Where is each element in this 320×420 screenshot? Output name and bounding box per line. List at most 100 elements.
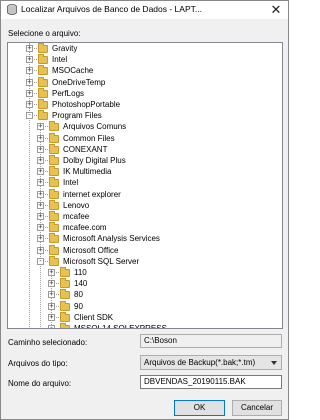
expand-icon[interactable]: + bbox=[48, 313, 55, 321]
collapse-icon[interactable]: - bbox=[26, 112, 33, 120]
expand-icon[interactable]: + bbox=[37, 190, 44, 198]
expand-icon[interactable]: + bbox=[37, 179, 44, 187]
tree-item-label: MSSQL14.SQLEXPRESS bbox=[74, 324, 167, 329]
file-name-input[interactable]: DBVENDAS_20190115.BAK bbox=[140, 375, 282, 389]
tree-item-label: Microsoft Analysis Services bbox=[63, 234, 160, 244]
tree-item[interactable]: - MSSQL14.SQLEXPRESS bbox=[8, 323, 282, 329]
expand-icon[interactable]: + bbox=[37, 201, 44, 209]
expand-icon[interactable]: + bbox=[48, 280, 55, 288]
tree-item[interactable]: + PerfLogs bbox=[8, 87, 282, 99]
tree-item-label: internet explorer bbox=[63, 189, 121, 199]
tree-item[interactable]: + mcafee.com bbox=[8, 222, 282, 233]
tree-item[interactable]: + OneDriveTemp bbox=[8, 76, 282, 88]
folder-icon bbox=[38, 43, 48, 53]
tree-item-label: Intel bbox=[63, 178, 79, 188]
tree-item[interactable]: + mcafee bbox=[8, 211, 282, 222]
tree-item[interactable]: + internet explorer bbox=[8, 188, 282, 200]
tree-item[interactable]: +110 bbox=[8, 267, 282, 278]
tree-item-label: mcafee bbox=[63, 212, 90, 221]
folder-icon bbox=[38, 76, 48, 87]
locate-database-files-dialog: Localizar Arquivos de Banco de Dados - L… bbox=[0, 0, 289, 420]
folder-icon bbox=[38, 54, 48, 65]
expand-icon[interactable]: + bbox=[26, 78, 33, 86]
expand-icon[interactable]: + bbox=[48, 302, 55, 310]
tree-item-label: IK Multimedia bbox=[63, 167, 112, 177]
file-type-label: Arquivos do tipo: bbox=[8, 359, 68, 368]
expand-icon[interactable]: + bbox=[48, 269, 55, 276]
tree-item-label: Microsoft Office bbox=[63, 245, 119, 255]
tree-item-label: Program Files bbox=[52, 111, 102, 121]
tree-item-label: 110 bbox=[74, 268, 87, 277]
file-tree[interactable]: + Gravity + Intel + MSOCache + OneDriveTemp + Per… bbox=[7, 42, 283, 329]
expand-icon[interactable]: + bbox=[48, 291, 55, 299]
folder-icon bbox=[60, 323, 70, 328]
cancel-button[interactable]: Cancelar bbox=[232, 400, 282, 416]
tree-item[interactable]: + Microsoft Office bbox=[8, 244, 282, 256]
tree-item[interactable]: + Arquivos Comuns bbox=[8, 121, 282, 132]
expand-icon[interactable]: + bbox=[37, 213, 44, 220]
folder-icon bbox=[49, 233, 59, 244]
tree-item-label: 90 bbox=[74, 301, 83, 311]
tree-item[interactable]: + Common Files bbox=[8, 132, 282, 144]
tree-item-label: PerfLogs bbox=[52, 88, 85, 98]
tree-item[interactable]: + MSOCache bbox=[8, 65, 282, 76]
folder-icon bbox=[49, 166, 59, 177]
tree-item[interactable]: + Microsoft Analysis Services bbox=[8, 233, 282, 244]
folder-icon bbox=[49, 255, 59, 266]
expand-icon[interactable]: + bbox=[37, 168, 44, 176]
folder-icon bbox=[60, 289, 70, 300]
selected-path-field: C:\Boson bbox=[140, 334, 282, 348]
collapse-icon[interactable]: - bbox=[48, 325, 55, 328]
expand-icon[interactable]: + bbox=[37, 145, 44, 153]
expand-icon[interactable]: + bbox=[37, 224, 44, 232]
close-icon[interactable]: ✕ bbox=[266, 2, 286, 18]
ok-button[interactable]: OK bbox=[174, 400, 225, 416]
expand-icon[interactable]: + bbox=[37, 246, 44, 254]
folder-icon bbox=[49, 211, 59, 221]
database-icon bbox=[7, 4, 17, 15]
expand-icon[interactable]: + bbox=[37, 235, 44, 243]
tree-item[interactable]: +80 bbox=[8, 289, 282, 300]
folder-icon bbox=[60, 267, 70, 277]
tree-item[interactable]: + Gravity bbox=[8, 43, 282, 54]
tree-item[interactable]: +140 bbox=[8, 278, 282, 289]
tree-item[interactable]: + PhotoshopPortable bbox=[8, 99, 282, 110]
tree-item-label: PhotoshopPortable bbox=[52, 100, 121, 109]
tree-item-label: Arquivos Comuns bbox=[63, 122, 127, 132]
folder-icon bbox=[49, 121, 59, 132]
expand-icon[interactable]: + bbox=[26, 67, 33, 75]
expand-icon[interactable]: + bbox=[26, 101, 33, 108]
expand-icon[interactable]: + bbox=[37, 157, 44, 164]
tree-item[interactable]: + Intel bbox=[8, 54, 282, 65]
tree-item[interactable]: - Program Files bbox=[8, 110, 282, 121]
folder-icon bbox=[49, 177, 59, 188]
folder-icon bbox=[60, 300, 70, 311]
tree-item[interactable]: +90 bbox=[8, 300, 282, 312]
tree-item[interactable]: + CONEXANT bbox=[8, 143, 282, 155]
tree-item[interactable]: + Client SDK bbox=[8, 311, 282, 323]
expand-icon[interactable]: + bbox=[26, 56, 33, 64]
tree-item[interactable]: + Intel bbox=[8, 177, 282, 188]
tree-item-label: Microsoft SQL Server bbox=[63, 256, 140, 266]
folder-icon bbox=[49, 244, 59, 255]
tree-item[interactable]: + IK Multimedia bbox=[8, 166, 282, 177]
tree-item[interactable]: + Lenovo bbox=[8, 199, 282, 211]
collapse-icon[interactable]: - bbox=[37, 257, 44, 265]
tree-item-label: Client SDK bbox=[74, 312, 114, 322]
expand-icon[interactable]: + bbox=[26, 45, 33, 52]
folder-icon bbox=[49, 199, 59, 210]
title-bar: Localizar Arquivos de Banco de Dados - L… bbox=[1, 1, 288, 19]
folder-icon bbox=[49, 155, 59, 165]
expand-icon[interactable]: + bbox=[37, 134, 44, 142]
tree-item-label: Dolby Digital Plus bbox=[63, 156, 126, 165]
chevron-down-icon bbox=[271, 361, 277, 365]
tree-item-label: MSOCache bbox=[52, 66, 94, 76]
tree-item-label: OneDriveTemp bbox=[52, 77, 106, 87]
expand-icon[interactable]: + bbox=[37, 123, 44, 131]
tree-item-label: 140 bbox=[74, 279, 88, 289]
tree-item-label: CONEXANT bbox=[63, 144, 108, 154]
tree-item[interactable]: + Dolby Digital Plus bbox=[8, 155, 282, 166]
file-type-select[interactable]: Arquivos de Backup(*.bak;*.tm) bbox=[140, 355, 282, 370]
expand-icon[interactable]: + bbox=[26, 89, 33, 97]
tree-item[interactable]: - Microsoft SQL Server bbox=[8, 255, 282, 267]
